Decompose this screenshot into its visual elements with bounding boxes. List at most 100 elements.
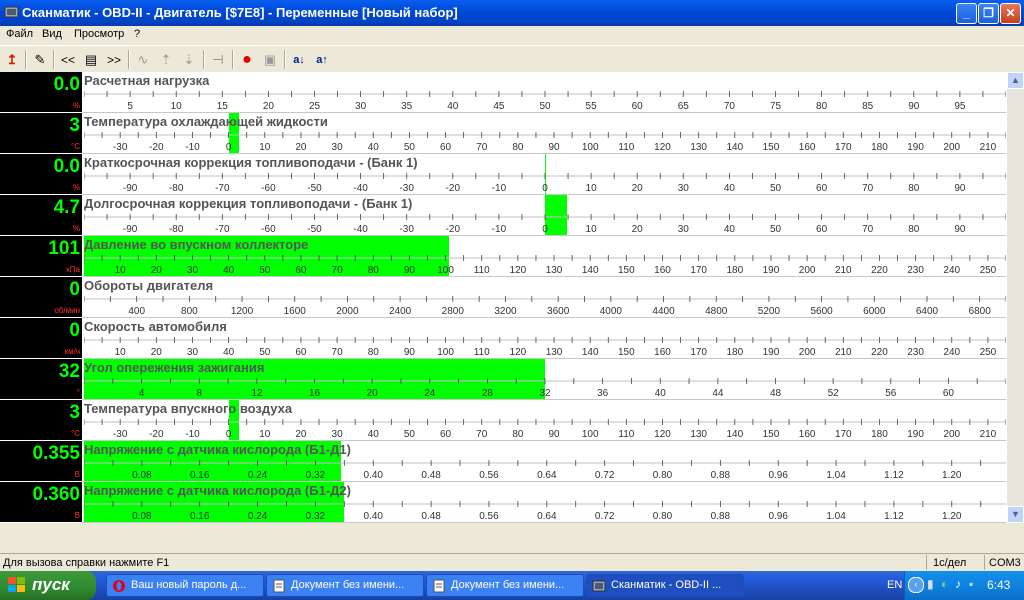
scale-tick-label: 0.08: [132, 470, 152, 481]
menu-file[interactable]: Файл: [6, 28, 33, 40]
task-opera[interactable]: Ваш новый пароль д...: [106, 574, 264, 597]
parameter-row[interactable]: 0.0% 5 10 15 20 25 30 35 40 45 50 55 60 65 70 75 80 85 90 9…: [0, 72, 1024, 113]
scale-tick-label: 0: [226, 429, 232, 440]
scale-tick-label: 52: [828, 388, 840, 399]
tray-recycle-icon[interactable]: ▮: [927, 577, 934, 591]
scale-tick-label: 210: [835, 265, 852, 276]
scale-tick-label: -60: [261, 224, 276, 235]
start-button[interactable]: пуск: [0, 571, 96, 600]
scale-tick-label: 0.96: [768, 511, 788, 522]
clock[interactable]: 6:43: [987, 578, 1010, 592]
tray-volume-icon[interactable]: ♪: [955, 577, 961, 591]
row-divider: [82, 522, 1006, 523]
wave-icon[interactable]: ∿: [134, 51, 152, 69]
scale-tick-label: 110: [618, 429, 634, 440]
language-indicator[interactable]: EN: [887, 579, 902, 591]
scale-tick-label: -20: [149, 142, 164, 153]
task-document-1[interactable]: Документ без имени...: [266, 574, 424, 597]
parameter-row[interactable]: 3 °C -30 -20 -10 0 10 20 30 40 50 60 70 80 90 100 110 120…: [0, 400, 1024, 441]
download-icon[interactable]: ⇣: [180, 51, 198, 69]
task-label: Документ без имени...: [451, 579, 565, 591]
toolbar-separator: [284, 50, 286, 69]
scale-tick-label: 0.64: [537, 470, 557, 481]
vertical-scrollbar[interactable]: ▲ ▼: [1007, 72, 1024, 523]
parameter-value: 32: [58, 361, 80, 382]
menu-view[interactable]: Вид: [42, 28, 62, 40]
parameter-unit: В: [74, 470, 80, 479]
sort-desc-icon[interactable]: a↓: [290, 51, 308, 69]
scale-tick-label: 1.04: [826, 511, 846, 522]
scale-tick-label: 4: [139, 388, 145, 399]
scale-tick-label: 0.80: [653, 470, 673, 481]
title-bar[interactable]: Сканматик - OBD-II - Двигатель [$7E8] - …: [0, 0, 1024, 26]
scale-tick-label: 32: [539, 388, 551, 399]
list-icon[interactable]: ▤: [82, 51, 100, 69]
scale-tick-label: 60: [295, 347, 307, 358]
parameter-row[interactable]: 0.0% -90 -80 -70 -60 -50 -40 -30 -20 -10 0 10 20 30 40…: [0, 154, 1024, 195]
scale-tick-label: -40: [353, 183, 368, 194]
scale-tick-label: 50: [404, 429, 416, 440]
tray-expand-icon[interactable]: ‹: [908, 577, 924, 593]
scale-tick-label: 3600: [547, 306, 570, 317]
record-icon[interactable]: ●: [238, 51, 256, 69]
parameter-row[interactable]: 3 °C -30 -20 -10 0 10 20 30 40 50 60 70 80 90 100 110 120…: [0, 113, 1024, 154]
prev-icon[interactable]: <<: [59, 51, 77, 69]
tray-monitor-icon[interactable]: ▪: [969, 577, 973, 591]
parameter-unit: В: [74, 511, 80, 520]
minimize-button[interactable]: _: [956, 3, 977, 24]
scale-tick-label: 80: [368, 265, 380, 276]
scale-tick-label: 160: [654, 265, 671, 276]
scale-tick-label: 0.72: [595, 470, 615, 481]
parameter-unit: об/мин: [54, 306, 80, 315]
connect-icon[interactable]: ⊣: [209, 51, 227, 69]
sort-asc-icon[interactable]: a↑: [313, 51, 331, 69]
scale-tick-label: 60: [816, 224, 828, 235]
scroll-down-button[interactable]: ▼: [1007, 506, 1024, 523]
scale-tick-label: 240: [943, 347, 960, 358]
scale-tick-label: 220: [871, 265, 888, 276]
parameter-unit: %: [72, 101, 80, 110]
scale-tick-label: 44: [712, 388, 724, 399]
scale-tick-label: 25: [309, 101, 321, 112]
scale-tick-label: 80: [368, 347, 380, 358]
close-button[interactable]: ✕: [1000, 3, 1021, 24]
task-scanmatik[interactable]: Сканматик - OBD-II ...: [586, 574, 744, 597]
menu-browse[interactable]: Просмотр: [74, 28, 124, 40]
next-icon[interactable]: >>: [105, 51, 123, 69]
status-bar: Для вызова справки нажмите F1 1с/дел COM…: [0, 553, 1024, 572]
scale-tick-label: 200: [943, 429, 960, 440]
parameter-row[interactable]: 0 км/ч 10 20 30 40 50 60 70 80 90 100 110 120 130 140 15…: [0, 318, 1024, 359]
scale-tick-label: 150: [763, 142, 780, 153]
scale-tick-label: 170: [835, 142, 852, 153]
upload-icon[interactable]: ⇡: [157, 51, 175, 69]
scale-tick-label: 250: [980, 347, 997, 358]
scroll-up-button[interactable]: ▲: [1007, 72, 1024, 89]
scale-tick-label: 90: [954, 183, 966, 194]
scale-tick-label: 60: [295, 265, 307, 276]
scale-tick-label: 1.12: [884, 511, 904, 522]
scale-tick-label: 110: [474, 347, 490, 358]
maximize-button[interactable]: ❐: [978, 3, 999, 24]
scale-tick-label: -10: [185, 142, 200, 153]
parameter-unit: °C: [71, 429, 80, 438]
parameter-row[interactable]: 4.7% -90 -80 -70 -60 -50 -40 -30 -20 -10 0 10 20 30 40…: [0, 195, 1024, 236]
tray-network-icon[interactable]: ◐: [941, 577, 948, 591]
parameter-unit: °C: [71, 142, 80, 151]
scale-tick-label: 12: [251, 388, 263, 399]
scroll-track[interactable]: [1007, 89, 1024, 506]
exit-icon[interactable]: ↥: [3, 51, 21, 69]
scale-tick-label: 24: [424, 388, 436, 399]
menu-help[interactable]: ?: [134, 28, 140, 40]
parameter-name: Давление во впускном коллекторе: [84, 237, 309, 252]
scale-tick-label: 0: [542, 224, 548, 235]
scale-tick-label: 30: [678, 224, 690, 235]
parameter-row[interactable]: 32 ° 4 8 12 16 20 24 28 32 36 40 44 48 52 56 60 Угол опер…: [0, 359, 1024, 400]
task-document-2[interactable]: Документ без имени...: [426, 574, 584, 597]
parameter-row[interactable]: 0 об/мин 400 800 1200 1600 2000 2400 2800 3200 360…: [0, 277, 1024, 318]
scale-tick-label: 210: [835, 347, 852, 358]
edit-icon[interactable]: ✎: [31, 51, 49, 69]
parameter-row[interactable]: 0.355 В 0.08 0.16 0.24 0.32 0.40 0.48 0.56 0.64 0.…: [0, 441, 1024, 482]
parameter-row[interactable]: 0.360 В 0.08 0.16 0.24 0.32 0.40 0.48 0.56 0.64 0.…: [0, 482, 1024, 523]
save-icon[interactable]: ▣: [261, 51, 279, 69]
parameter-row[interactable]: 101 кПа 10 20 30 40 50 60 70 80 90 100 110 120 130 140 1…: [0, 236, 1024, 277]
